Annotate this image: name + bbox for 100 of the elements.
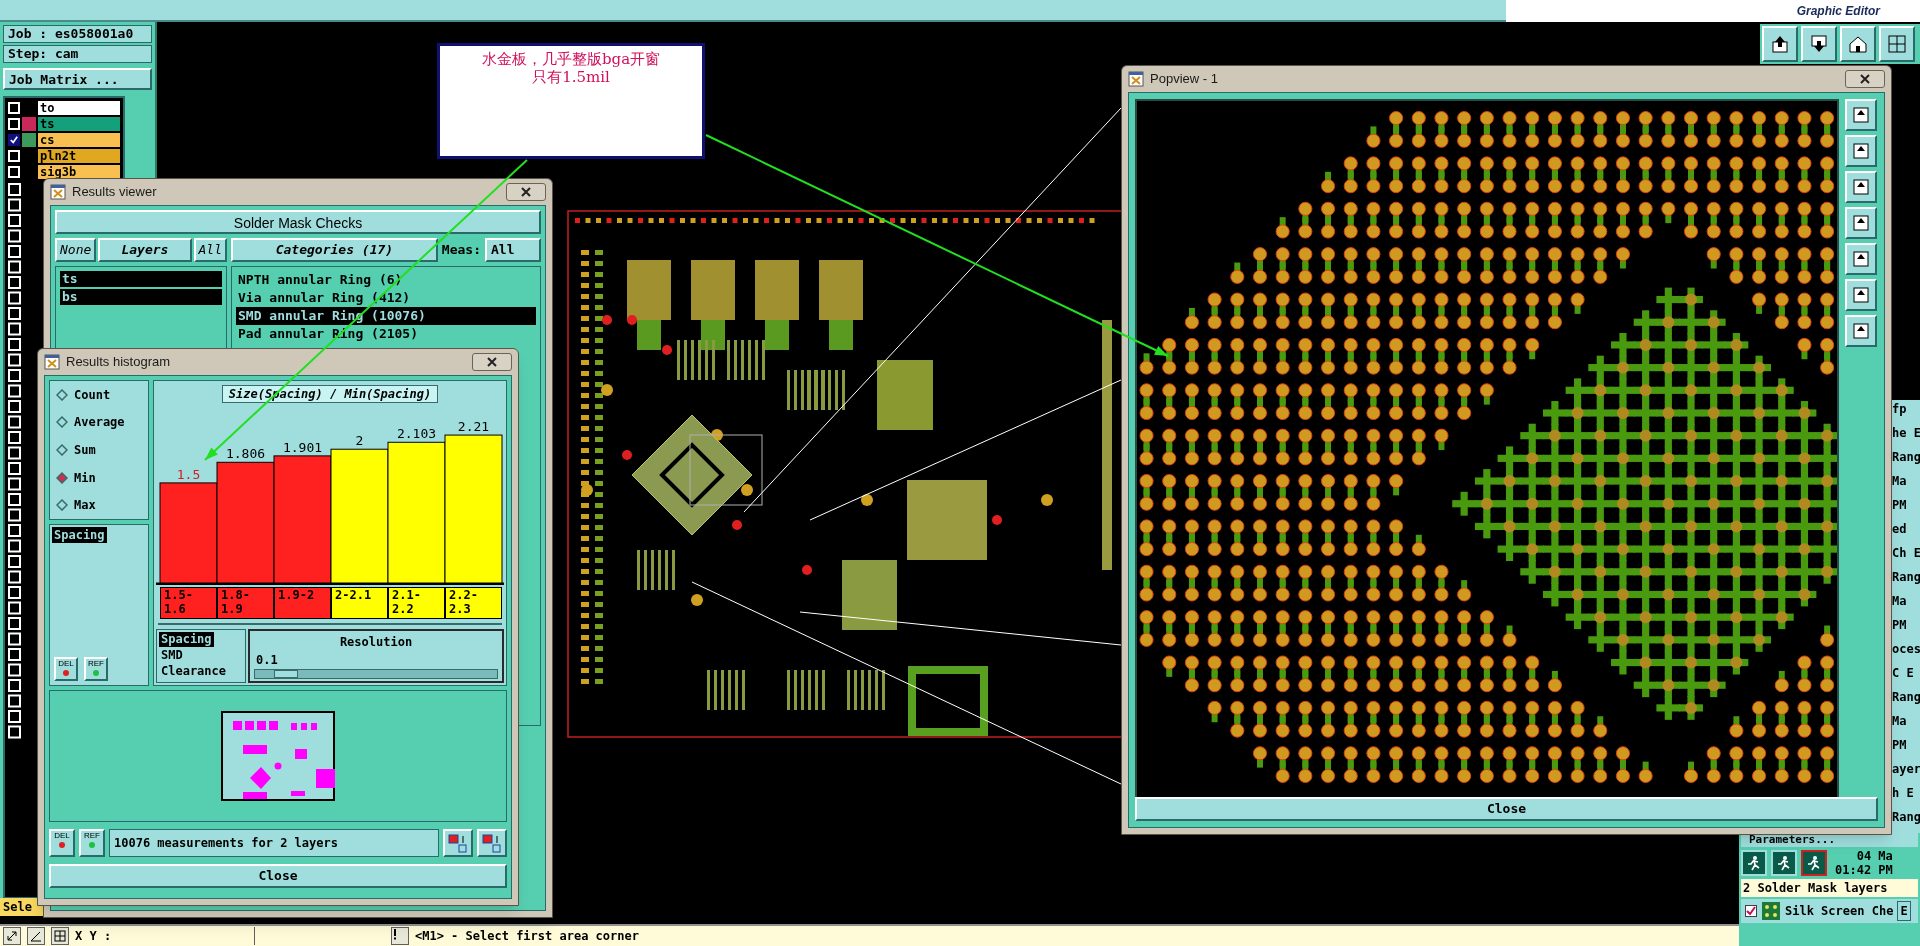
- panel-text: Ma: [1892, 593, 1908, 610]
- panel-text: fp: [1892, 401, 1908, 418]
- measure-dropdown[interactable]: All: [485, 238, 541, 262]
- dot-icon: [62, 669, 70, 677]
- panel-text: oces: [1892, 641, 1920, 658]
- time-text: 01:42 PM: [1835, 863, 1893, 877]
- type-item[interactable]: Clearance: [159, 664, 229, 679]
- radio-button[interactable]: [56, 416, 68, 429]
- window-icon: [50, 184, 66, 200]
- mode-label: Count: [74, 386, 111, 404]
- delete-button[interactable]: DEL: [49, 829, 75, 857]
- close-icon: [1860, 74, 1870, 84]
- logo-caption: Graphic Editor: [1796, 3, 1880, 20]
- panel-text: PM: [1892, 737, 1908, 754]
- bar-value-label: 2: [355, 433, 364, 449]
- layer-checkbox[interactable]: [8, 134, 20, 146]
- slider-thumb[interactable]: [274, 670, 299, 678]
- layer-filter-button[interactable]: None: [55, 238, 97, 262]
- job-matrix-button[interactable]: Job Matrix ...: [3, 68, 152, 90]
- alert-icon[interactable]: [391, 927, 409, 945]
- layer-filter-button[interactable]: Layers: [98, 238, 192, 262]
- layer-filter-button[interactable]: All: [193, 238, 227, 262]
- coordinates-label: X Y :: [75, 927, 255, 945]
- date-text: 04 Ma: [1855, 849, 1893, 863]
- window-title: Results histogram: [66, 353, 171, 372]
- resolution-value: 0.1: [255, 652, 279, 669]
- check-action-button[interactable]: E: [1897, 901, 1911, 921]
- panel-text: Ma: [1892, 473, 1908, 490]
- step-name: Step: cam: [3, 45, 152, 63]
- radio-button[interactable]: [56, 499, 68, 512]
- layer-list-item[interactable]: bs: [60, 289, 222, 305]
- summary-field: 2 Solder Mask layers: [1741, 879, 1918, 897]
- panel-text: PM: [1892, 617, 1908, 634]
- close-button[interactable]: [1845, 70, 1885, 88]
- running-man-icon[interactable]: [1801, 850, 1827, 876]
- type-item[interactable]: Spacing: [159, 632, 214, 647]
- grid-icon[interactable]: [51, 927, 69, 945]
- bar-value-label: 1.806: [225, 446, 266, 462]
- import-chart-icon: [482, 833, 502, 853]
- callout-text: 水金板，几乎整版bga开窗: [481, 50, 661, 68]
- bar-value-label: 2.103: [396, 426, 437, 442]
- import-chart-button[interactable]: [477, 829, 507, 857]
- silk-screen-icon: [1761, 901, 1781, 921]
- panel-text: C E: [1892, 665, 1915, 682]
- home-icon: [1848, 34, 1868, 54]
- refresh-button[interactable]: REF: [79, 829, 105, 857]
- grid-icon: [1887, 34, 1907, 54]
- measurement-summary: 10076 measurements for 2 layers: [109, 829, 439, 857]
- type-item[interactable]: SMD: [159, 648, 185, 663]
- bar-value-label: 1.901: [282, 439, 323, 455]
- bin-label: 1.5-1.6: [160, 587, 217, 619]
- bin-label: 1.9-2: [274, 587, 331, 619]
- angle-icon[interactable]: [27, 927, 45, 945]
- layer-name[interactable]: cs: [38, 133, 120, 147]
- section-heading: Solder Mask Checks: [55, 210, 541, 234]
- category-item[interactable]: NPTH annular Ring (6): [236, 271, 536, 289]
- layer-list-item[interactable]: ts: [60, 271, 222, 287]
- measure-label: Meas:: [441, 241, 481, 260]
- dot-icon: [88, 841, 96, 849]
- mode-label: Sum: [74, 442, 96, 459]
- resolution-slider[interactable]: [254, 669, 498, 679]
- layer-name[interactable]: pln2t: [38, 149, 120, 163]
- bin-label: 2-2.1: [331, 587, 388, 619]
- check-checkbox[interactable]: [1745, 905, 1757, 917]
- close-button[interactable]: [506, 183, 546, 201]
- categories-button[interactable]: Categories (17): [231, 238, 438, 262]
- panel-text: ed: [1892, 521, 1908, 538]
- mode-label: Average: [74, 414, 125, 432]
- window-title: Results viewer: [72, 183, 157, 202]
- close-button[interactable]: Close: [49, 864, 507, 888]
- close-button[interactable]: Close: [1135, 797, 1878, 821]
- delete-button[interactable]: DEL: [54, 657, 78, 681]
- grid-button[interactable]: [1879, 26, 1915, 62]
- bar-value-label: 2.21: [457, 419, 490, 435]
- radio-button[interactable]: [56, 444, 68, 456]
- panel-text: he E: [1892, 425, 1920, 442]
- home-button[interactable]: [1840, 26, 1876, 62]
- bin-label: 1.8-1.9: [217, 587, 274, 619]
- panel-text: Ma: [1892, 713, 1908, 730]
- panel-text: Rang: [1892, 569, 1920, 586]
- refresh-button[interactable]: REF: [84, 657, 108, 681]
- layer-name[interactable]: sig3b: [38, 165, 120, 179]
- layer-name[interactable]: to: [38, 101, 120, 115]
- horizontal-scrollbar[interactable]: [158, 623, 502, 625]
- export-chart-icon: [448, 833, 468, 853]
- bin-label: 2.2-2.3: [445, 587, 502, 619]
- export-chart-button[interactable]: [443, 829, 473, 857]
- mode-label: Min: [74, 469, 96, 487]
- radio-button[interactable]: [56, 471, 68, 484]
- job-name: Job : es058001a0: [3, 25, 152, 43]
- layer-name[interactable]: ts: [38, 117, 120, 131]
- panel-text: Rang: [1892, 449, 1920, 466]
- window-title: Popview - 1: [1150, 70, 1218, 89]
- callout-text: 只有1.5mil: [532, 68, 610, 86]
- window-icon: [1128, 71, 1144, 87]
- check-label: Silk Screen Che: [1785, 903, 1894, 920]
- panel-text: Rang: [1892, 809, 1920, 826]
- measure-item[interactable]: Spacing: [52, 527, 107, 543]
- radio-button[interactable]: [56, 388, 68, 401]
- close-button[interactable]: [472, 353, 512, 371]
